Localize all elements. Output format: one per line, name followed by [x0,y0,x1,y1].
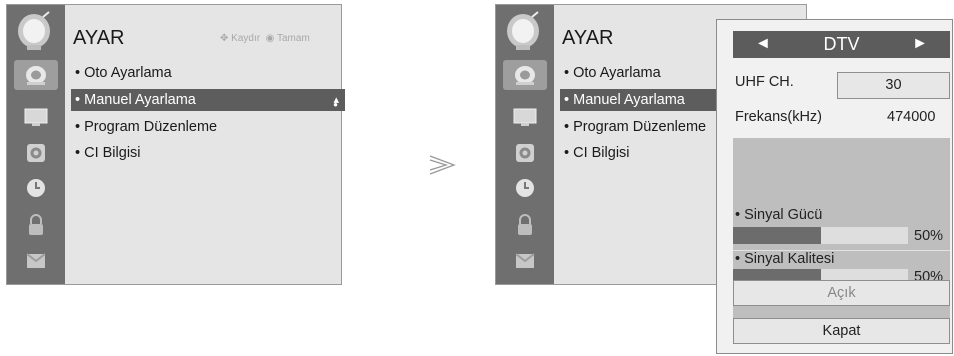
hint-move-label: Kaydır [231,33,261,44]
satellite-dish-icon [507,11,539,50]
ok-button-icon: ◉ [265,33,275,44]
signal-strength-label: • Sinyal Gücü [735,207,823,223]
clock-icon[interactable] [503,173,547,203]
menu-item-label: Manuel Ayarlama [573,92,685,108]
key-hints: ✥ Kaydır ◉ Tamam [220,33,310,44]
picture-icon[interactable] [503,102,547,132]
settings-menu-panel-left: AYAR ✥ Kaydır ◉ Tamam • Oto Ayarlama • M… [6,4,345,285]
channel-setup-icon[interactable] [14,60,58,90]
signal-strength-text: Sinyal Gücü [744,207,823,223]
audio-icon[interactable] [14,138,58,168]
open-button-label: Açık [827,285,856,301]
frequency-value: 474000 [887,109,936,125]
close-button-label: Kapat [822,323,861,339]
signal-strength-fill [733,227,821,244]
uhf-channel-field[interactable]: 30 [837,72,950,99]
menu-item-label: Manuel Ayarlama [84,92,196,108]
menu-item-ci-info[interactable]: • CI Bilgisi [564,145,630,161]
menu-item-ci-info[interactable]: • CI Bilgisi [75,145,141,161]
signal-strength-bar [733,227,908,244]
mode-selector[interactable]: ◄ DTV ► [733,31,950,58]
menu-item-label: Oto Ayarlama [84,65,172,81]
lock-icon[interactable] [14,210,58,240]
menu-item-manual-tuning[interactable]: • Manuel Ayarlama ▴ ● [71,89,345,111]
transition-arrow-icon [429,155,456,175]
menu-title: AYAR [73,27,125,49]
signal-quality-label: • Sinyal Kalitesi [735,251,835,267]
channel-setup-icon[interactable] [503,60,547,90]
menu-item-label: Program Düzenleme [573,119,707,135]
clock-icon[interactable] [14,173,58,203]
selection-dot-icon: ● [333,100,338,109]
signal-strength-value: 50% [914,228,944,244]
option-icon[interactable] [503,245,547,275]
uhf-channel-value: 30 [885,77,902,93]
menu-item-auto-tuning[interactable]: • Oto Ayarlama [564,65,661,81]
option-icon[interactable] [14,245,58,275]
menu-item-auto-tuning[interactable]: • Oto Ayarlama [75,65,172,81]
hint-ok-label: Tamam [276,33,310,44]
right-arrow-icon[interactable]: ► [912,35,928,53]
menu-item-label: Program Düzenleme [84,119,218,135]
lock-icon[interactable] [503,210,547,240]
signal-quality-text: Sinyal Kalitesi [744,251,835,267]
manual-tuning-dialog: ◄ DTV ► UHF CH. 30 Frekans(kHz) 474000 •… [716,19,953,354]
close-button[interactable]: Kapat [733,318,950,344]
frequency-label: Frekans(kHz) [735,109,823,125]
menu-item-label: Oto Ayarlama [573,65,661,81]
menu-item-label: CI Bilgisi [84,145,141,161]
audio-icon[interactable] [503,138,547,168]
open-button[interactable]: Açık [733,280,950,306]
menu-item-program-edit[interactable]: • Program Düzenleme [564,119,706,135]
menu-item-program-edit[interactable]: • Program Düzenleme [75,119,217,135]
satellite-dish-icon [18,11,50,50]
uhf-channel-label: UHF CH. [735,74,794,90]
menu-item-label: CI Bilgisi [573,145,630,161]
move-arrows-icon: ✥ [220,33,229,44]
picture-icon[interactable] [14,102,58,132]
menu-title: AYAR [562,27,614,49]
menu-item-manual-tuning[interactable]: • Manuel Ayarlama [560,89,720,111]
